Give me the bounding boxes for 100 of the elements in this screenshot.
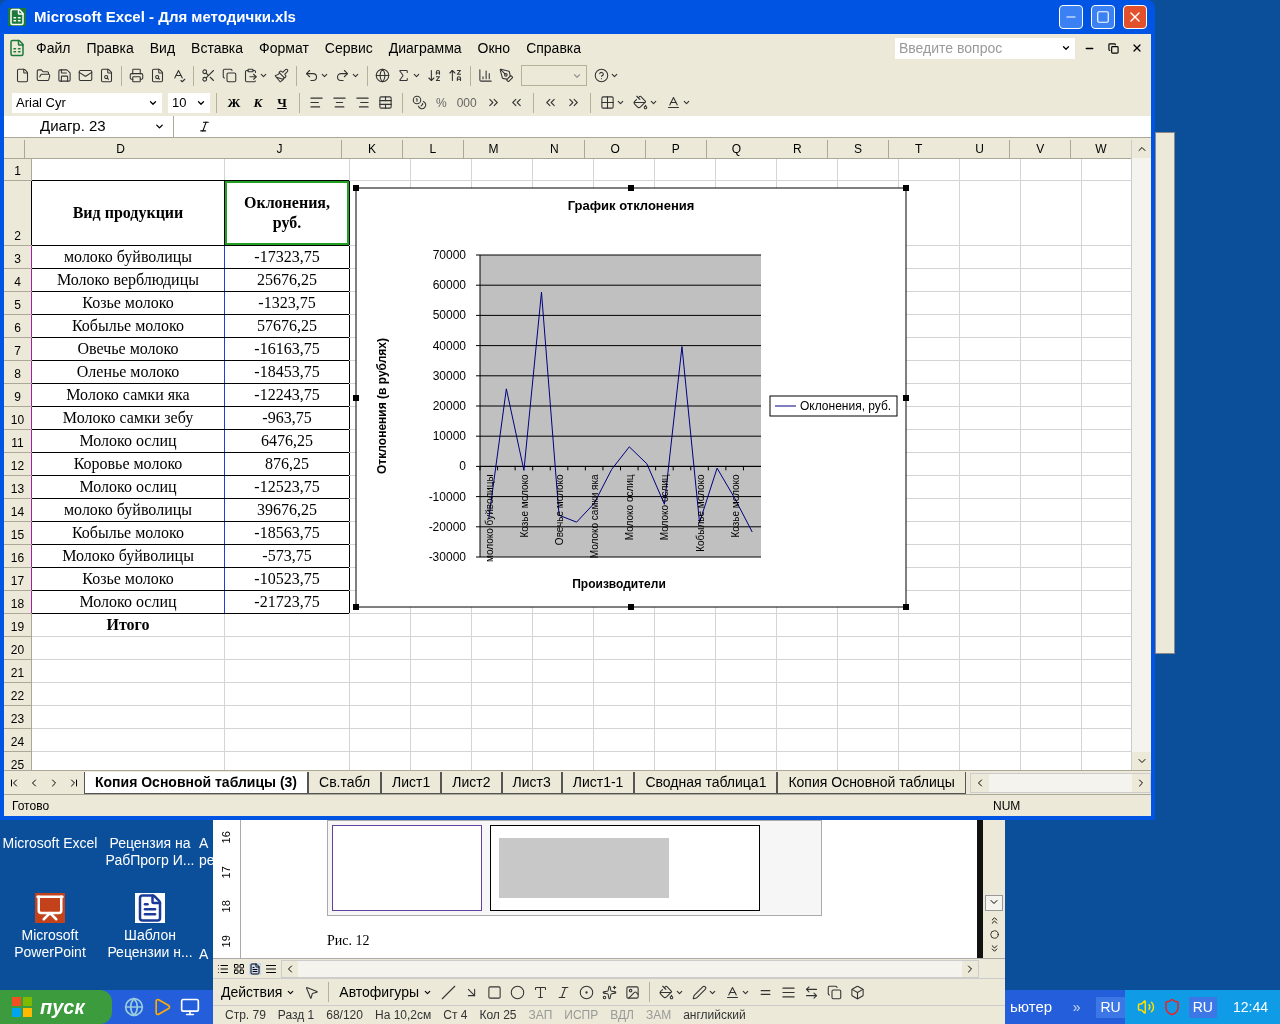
browser-icon[interactable]: [124, 997, 144, 1017]
normal-view-icon[interactable]: [217, 962, 229, 975]
row-header[interactable]: 6: [4, 315, 31, 337]
cut-icon: [201, 68, 216, 83]
number-format-button[interactable]: 000: [452, 90, 481, 115]
sheet-tab[interactable]: Копия Основной таблицы: [777, 771, 966, 794]
row-header[interactable]: 12: [4, 453, 31, 475]
format-button[interactable]: К: [247, 90, 269, 115]
sheet-tab[interactable]: Св.табл: [308, 771, 382, 794]
clock: 12:44: [1232, 997, 1268, 1017]
row-header[interactable]: 23: [4, 706, 31, 728]
row-header[interactable]: 17: [4, 568, 31, 590]
x-tick-label: Козье молоко: [729, 474, 741, 538]
horizontal-scrollbar[interactable]: [969, 772, 1151, 793]
language-indicator[interactable]: RU: [1096, 996, 1125, 1018]
sheet-tab[interactable]: Копия Основной таблицы (3): [84, 771, 308, 794]
web-view-icon[interactable]: [233, 962, 245, 975]
resize-handle[interactable]: [353, 604, 359, 610]
menu-item[interactable]: Файл: [30, 37, 77, 59]
menu-item[interactable]: Справка: [520, 37, 588, 59]
desktop-icon[interactable]: [180, 997, 200, 1017]
row-header[interactable]: 25: [4, 752, 31, 770]
row-header[interactable]: 7: [4, 338, 31, 360]
menu-item[interactable]: Окно: [471, 37, 517, 59]
sheet-tab[interactable]: Лист3: [501, 771, 562, 794]
start-button[interactable]: пуск: [0, 990, 112, 1024]
horizontal-scrollbar[interactable]: [281, 959, 979, 978]
row-header[interactable]: 15: [4, 522, 31, 544]
y-tick-label: 50000: [432, 308, 466, 323]
row-header[interactable]: 14: [4, 499, 31, 521]
language-indicator[interactable]: RU: [1188, 996, 1217, 1018]
desktop-icon-label[interactable]: Microsoft Excel: [2, 835, 98, 852]
maximize-button[interactable]: [1091, 5, 1115, 29]
sheet-tab[interactable]: Сводная таблица1: [634, 771, 778, 794]
resize-handle[interactable]: [903, 185, 909, 191]
sheet-tab[interactable]: Лист2: [441, 771, 502, 794]
menu-item[interactable]: Правка: [80, 37, 140, 59]
number-format-button[interactable]: %: [432, 90, 451, 115]
row-header[interactable]: 5: [4, 292, 31, 314]
document-file-icon[interactable]: [135, 893, 165, 923]
row-header[interactable]: 22: [4, 683, 31, 705]
y-tick-label: 40000: [432, 338, 466, 353]
row-header[interactable]: 2: [4, 181, 31, 245]
row-header[interactable]: 20: [4, 637, 31, 659]
menu-item[interactable]: Сервис: [318, 37, 379, 59]
taskbar-button[interactable]: ьютер: [1010, 995, 1069, 1019]
resize-handle[interactable]: [628, 604, 634, 610]
format-button[interactable]: Ж: [223, 90, 245, 115]
row-header[interactable]: 8: [4, 361, 31, 383]
resize-handle[interactable]: [628, 185, 634, 191]
row-header[interactable]: 24: [4, 729, 31, 751]
resize-handle[interactable]: [903, 604, 909, 610]
menu-item[interactable]: Вставка: [185, 37, 250, 59]
row-header[interactable]: 1: [4, 159, 31, 180]
presentation-file-icon[interactable]: [35, 893, 65, 923]
print-view-icon[interactable]: [249, 962, 261, 975]
row-header[interactable]: 21: [4, 660, 31, 682]
desktop-icon-label[interactable]: Рецензия на РабПрогр И...: [100, 835, 200, 869]
row-header[interactable]: 9: [4, 384, 31, 406]
vertical-scrollbar[interactable]: [1131, 140, 1151, 770]
font-name-field[interactable]: Arial Cyr: [12, 92, 162, 113]
row-header[interactable]: 16: [4, 545, 31, 567]
menu-item[interactable]: Вид: [143, 37, 182, 59]
row-header[interactable]: 10: [4, 407, 31, 429]
menu-item[interactable]: Формат: [253, 37, 315, 59]
font-size-field[interactable]: 10: [168, 92, 210, 113]
resize-handle[interactable]: [903, 395, 909, 401]
row-header[interactable]: 3: [4, 246, 31, 268]
desktop-icon-label[interactable]: Microsoft PowerPoint: [0, 927, 100, 961]
resize-handle[interactable]: [353, 185, 359, 191]
ruler-mark: 18: [219, 900, 234, 913]
menu-item[interactable]: Диаграмма: [382, 37, 468, 59]
media-player-icon[interactable]: [152, 997, 172, 1017]
row-header[interactable]: 18: [4, 591, 31, 613]
caret-icon: [648, 98, 658, 107]
sheet-tab[interactable]: Лист1: [381, 771, 442, 794]
row-header[interactable]: 19: [4, 614, 31, 636]
x-tick-label: Овечье молоко: [554, 474, 566, 546]
resize-handle[interactable]: [353, 395, 359, 401]
row-header[interactable]: 4: [4, 269, 31, 291]
folder-icon: [36, 68, 51, 83]
actions-menu[interactable]: Действия: [217, 981, 300, 1003]
more-tasks-button[interactable]: »: [1072, 996, 1081, 1018]
desktop-icon-label[interactable]: Шаблон Рецензии н...: [100, 927, 200, 961]
windows-logo-icon: [12, 997, 32, 1017]
autoshapes-menu[interactable]: Автофигуры: [335, 981, 436, 1003]
close-button[interactable]: [1123, 5, 1147, 29]
table-cell-text: Кобылье молоко: [71, 523, 185, 543]
row-header[interactable]: 11: [4, 430, 31, 452]
x-tick-label: Кобылье молоко: [694, 474, 706, 552]
y-tick-label: 10000: [432, 429, 466, 444]
outline-view-icon[interactable]: [265, 962, 277, 975]
minimize-button[interactable]: [1059, 5, 1083, 29]
format-button[interactable]: Ч: [271, 90, 293, 115]
document-icon[interactable]: [8, 39, 26, 57]
sheet-tab[interactable]: Лист1-1: [561, 771, 635, 794]
spelling-icon: [171, 68, 186, 83]
browse-object-icon[interactable]: [989, 930, 999, 939]
table-cell-text: Молоко ослиц: [78, 477, 178, 498]
row-header[interactable]: 13: [4, 476, 31, 498]
